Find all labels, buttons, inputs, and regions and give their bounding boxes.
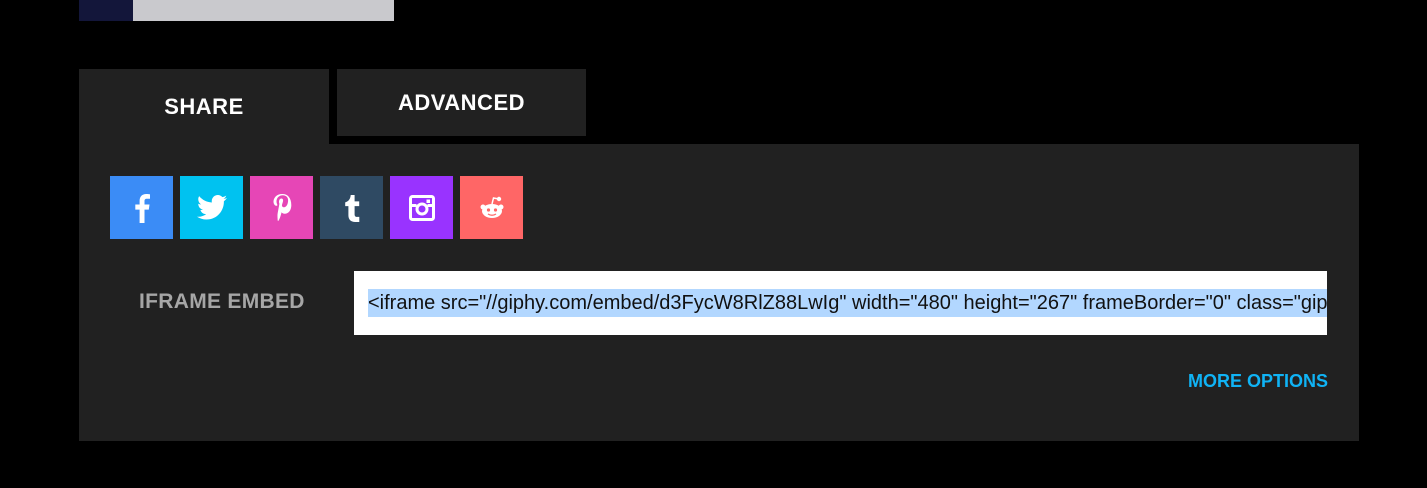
iframe-embed-field[interactable]: <iframe src="//giphy.com/embed/d3FycW8Rl… <box>354 271 1327 335</box>
twitter-icon <box>196 195 227 220</box>
share-panel: IFRAME EMBED <iframe src="//giphy.com/em… <box>79 144 1359 441</box>
instagram-button[interactable] <box>390 176 453 239</box>
reddit-button[interactable] <box>460 176 523 239</box>
twitter-button[interactable] <box>180 176 243 239</box>
progress-fill <box>79 0 133 21</box>
tab-share-label: SHARE <box>164 93 244 119</box>
iframe-embed-value[interactable]: <iframe src="//giphy.com/embed/d3FycW8Rl… <box>368 289 1327 317</box>
tumblr-button[interactable] <box>320 176 383 239</box>
social-buttons <box>110 176 523 239</box>
tumblr-icon <box>344 194 359 222</box>
pinterest-icon <box>273 193 291 221</box>
pinterest-button[interactable] <box>250 176 313 239</box>
tab-advanced-label: ADVANCED <box>397 89 526 115</box>
facebook-button[interactable] <box>110 176 173 239</box>
reddit-icon <box>480 196 503 218</box>
share-widget: SHARE ADVANCED IFRAME EMBED <iframe src=… <box>0 0 1427 488</box>
tab-advanced[interactable]: ADVANCED <box>337 69 586 136</box>
instagram-icon <box>408 194 435 221</box>
facebook-icon <box>134 193 150 223</box>
progress-bar <box>79 0 394 21</box>
more-options-link[interactable]: MORE OPTIONS <box>1188 371 1328 392</box>
iframe-embed-label: IFRAME EMBED <box>139 290 305 313</box>
tab-share[interactable]: SHARE <box>79 69 329 144</box>
